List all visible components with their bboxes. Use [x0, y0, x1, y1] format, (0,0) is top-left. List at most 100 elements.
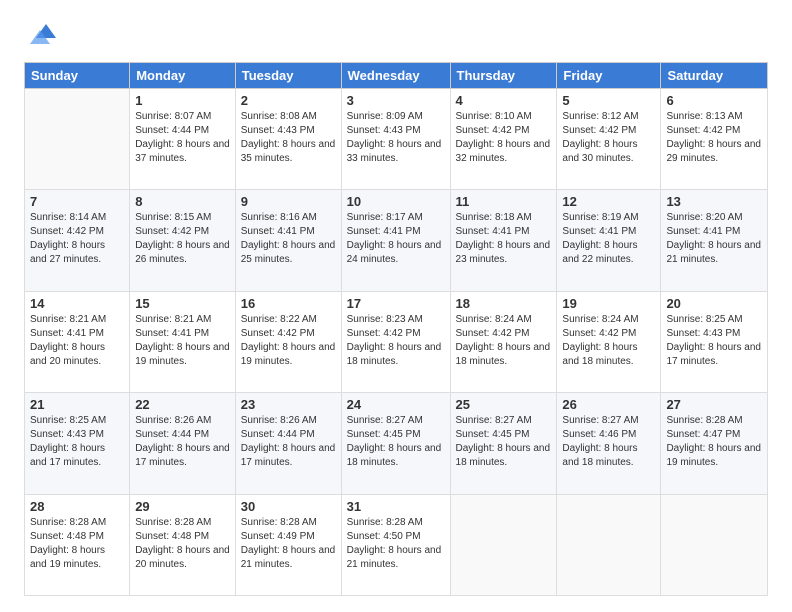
calendar-cell: 17Sunrise: 8:23 AMSunset: 4:42 PMDayligh… — [341, 291, 450, 392]
cell-text: Sunrise: 8:16 AMSunset: 4:41 PMDaylight:… — [241, 211, 336, 267]
weekday-header: Saturday — [661, 63, 768, 89]
weekday-header: Sunday — [25, 63, 130, 89]
cell-text: Sunrise: 8:21 AMSunset: 4:41 PMDaylight:… — [30, 313, 124, 369]
calendar-cell: 14 Sunrise: 8:21 AMSunset: 4:41 PMDayligh… — [25, 291, 130, 392]
cell-text: Sunrise: 8:25 AMSunset: 4:43 PMDaylight:… — [30, 414, 124, 470]
day-number: 9 — [241, 194, 336, 209]
day-number: 31 — [347, 499, 445, 514]
cell-text: Sunrise: 8:28 AMSunset: 4:47 PMDaylight:… — [666, 414, 762, 470]
weekday-header: Monday — [130, 63, 236, 89]
calendar-table: SundayMondayTuesdayWednesdayThursdayFrid… — [24, 62, 768, 596]
calendar-week-row: 14 Sunrise: 8:21 AMSunset: 4:41 PMDayligh… — [25, 291, 768, 392]
calendar-cell: 31 Sunrise: 8:28 AMSunset: 4:50 PMDayligh… — [341, 494, 450, 595]
weekday-header: Thursday — [450, 63, 557, 89]
cell-text: Sunrise: 8:13 AMSunset: 4:42 PMDaylight:… — [666, 110, 762, 166]
calendar-cell: 15 Sunrise: 8:21 AMSunset: 4:41 PMDayligh… — [130, 291, 236, 392]
cell-text: Sunrise: 8:26 AMSunset: 4:44 PMDaylight:… — [241, 414, 336, 470]
cell-text: Sunrise: 8:18 AMSunset: 4:41 PMDaylight:… — [456, 211, 552, 267]
cell-text: Sunrise: 8:08 AMSunset: 4:43 PMDaylight:… — [241, 110, 336, 166]
cell-text: Sunrise: 8:17 AMSunset: 4:41 PMDaylight:… — [347, 211, 445, 267]
day-number: 18 — [456, 296, 552, 311]
cell-text: Sunrise: 8:21 AMSunset: 4:41 PMDaylight:… — [135, 313, 230, 369]
cell-text: Sunrise: 8:28 AMSunset: 4:50 PMDaylight:… — [347, 516, 445, 572]
day-number: 30 — [241, 499, 336, 514]
calendar-cell: 1Sunrise: 8:07 AMSunset: 4:44 PMDaylight… — [130, 89, 236, 190]
calendar-cell: 30 Sunrise: 8:28 AMSunset: 4:49 PMDayligh… — [235, 494, 341, 595]
day-number: 8 — [135, 194, 230, 209]
day-number: 16 — [241, 296, 336, 311]
calendar-cell: 12 Sunrise: 8:19 AMSunset: 4:41 PMDayligh… — [557, 190, 661, 291]
day-number: 21 — [30, 397, 124, 412]
calendar-cell: 22 Sunrise: 8:26 AMSunset: 4:44 PMDayligh… — [130, 393, 236, 494]
calendar-week-row: 21 Sunrise: 8:25 AMSunset: 4:43 PMDayligh… — [25, 393, 768, 494]
calendar-cell: 24Sunrise: 8:27 AMSunset: 4:45 PMDayligh… — [341, 393, 450, 494]
day-number: 2 — [241, 93, 336, 108]
day-number: 25 — [456, 397, 552, 412]
day-number: 19 — [562, 296, 655, 311]
calendar-header-row: SundayMondayTuesdayWednesdayThursdayFrid… — [25, 63, 768, 89]
cell-text: Sunrise: 8:12 AMSunset: 4:42 PMDaylight:… — [562, 110, 655, 166]
day-number: 10 — [347, 194, 445, 209]
calendar-cell — [661, 494, 768, 595]
calendar-week-row: 7Sunrise: 8:14 AMSunset: 4:42 PMDaylight… — [25, 190, 768, 291]
cell-text: Sunrise: 8:27 AMSunset: 4:45 PMDaylight:… — [347, 414, 445, 470]
day-number: 20 — [666, 296, 762, 311]
calendar-cell: 19 Sunrise: 8:24 AMSunset: 4:42 PMDayligh… — [557, 291, 661, 392]
calendar-cell: 16 Sunrise: 8:22 AMSunset: 4:42 PMDayligh… — [235, 291, 341, 392]
calendar-cell: 8 Sunrise: 8:15 AMSunset: 4:42 PMDaylight… — [130, 190, 236, 291]
calendar-cell: 13Sunrise: 8:20 AMSunset: 4:41 PMDayligh… — [661, 190, 768, 291]
calendar-cell: 21 Sunrise: 8:25 AMSunset: 4:43 PMDayligh… — [25, 393, 130, 494]
cell-text: Sunrise: 8:19 AMSunset: 4:41 PMDaylight:… — [562, 211, 655, 267]
cell-text: Sunrise: 8:14 AMSunset: 4:42 PMDaylight:… — [30, 211, 124, 267]
calendar-cell: 11Sunrise: 8:18 AMSunset: 4:41 PMDayligh… — [450, 190, 557, 291]
day-number: 4 — [456, 93, 552, 108]
header — [24, 20, 768, 52]
calendar-cell: 18Sunrise: 8:24 AMSunset: 4:42 PMDayligh… — [450, 291, 557, 392]
calendar-cell — [557, 494, 661, 595]
cell-text: Sunrise: 8:27 AMSunset: 4:45 PMDaylight:… — [456, 414, 552, 470]
weekday-header: Tuesday — [235, 63, 341, 89]
cell-text: Sunrise: 8:10 AMSunset: 4:42 PMDaylight:… — [456, 110, 552, 166]
cell-text: Sunrise: 8:23 AMSunset: 4:42 PMDaylight:… — [347, 313, 445, 369]
day-number: 5 — [562, 93, 655, 108]
calendar-cell: 20 Sunrise: 8:25 AMSunset: 4:43 PMDayligh… — [661, 291, 768, 392]
calendar-week-row: 28 Sunrise: 8:28 AMSunset: 4:48 PMDayligh… — [25, 494, 768, 595]
calendar-cell: 26Sunrise: 8:27 AMSunset: 4:46 PMDayligh… — [557, 393, 661, 494]
cell-text: Sunrise: 8:28 AMSunset: 4:48 PMDaylight:… — [30, 516, 124, 572]
day-number: 13 — [666, 194, 762, 209]
day-number: 27 — [666, 397, 762, 412]
calendar-cell: 7Sunrise: 8:14 AMSunset: 4:42 PMDaylight… — [25, 190, 130, 291]
logo-icon — [24, 20, 56, 52]
calendar-cell: 23 Sunrise: 8:26 AMSunset: 4:44 PMDayligh… — [235, 393, 341, 494]
calendar-cell: 4 Sunrise: 8:10 AMSunset: 4:42 PMDaylight… — [450, 89, 557, 190]
cell-text: Sunrise: 8:28 AMSunset: 4:48 PMDaylight:… — [135, 516, 230, 572]
cell-text: Sunrise: 8:24 AMSunset: 4:42 PMDaylight:… — [562, 313, 655, 369]
cell-text: Sunrise: 8:26 AMSunset: 4:44 PMDaylight:… — [135, 414, 230, 470]
calendar-cell: 5 Sunrise: 8:12 AMSunset: 4:42 PMDaylight… — [557, 89, 661, 190]
calendar-week-row: 1Sunrise: 8:07 AMSunset: 4:44 PMDaylight… — [25, 89, 768, 190]
day-number: 14 — [30, 296, 124, 311]
calendar-cell: 6Sunrise: 8:13 AMSunset: 4:42 PMDaylight… — [661, 89, 768, 190]
calendar-cell: 28 Sunrise: 8:28 AMSunset: 4:48 PMDayligh… — [25, 494, 130, 595]
cell-text: Sunrise: 8:25 AMSunset: 4:43 PMDaylight:… — [666, 313, 762, 369]
cell-text: Sunrise: 8:28 AMSunset: 4:49 PMDaylight:… — [241, 516, 336, 572]
cell-text: Sunrise: 8:22 AMSunset: 4:42 PMDaylight:… — [241, 313, 336, 369]
page: SundayMondayTuesdayWednesdayThursdayFrid… — [0, 0, 792, 612]
day-number: 26 — [562, 397, 655, 412]
calendar-cell: 2 Sunrise: 8:08 AMSunset: 4:43 PMDaylight… — [235, 89, 341, 190]
weekday-header: Friday — [557, 63, 661, 89]
calendar-cell: 9 Sunrise: 8:16 AMSunset: 4:41 PMDaylight… — [235, 190, 341, 291]
day-number: 28 — [30, 499, 124, 514]
calendar-cell: 3Sunrise: 8:09 AMSunset: 4:43 PMDaylight… — [341, 89, 450, 190]
cell-text: Sunrise: 8:15 AMSunset: 4:42 PMDaylight:… — [135, 211, 230, 267]
calendar-cell — [450, 494, 557, 595]
calendar-cell: 27 Sunrise: 8:28 AMSunset: 4:47 PMDayligh… — [661, 393, 768, 494]
cell-text: Sunrise: 8:09 AMSunset: 4:43 PMDaylight:… — [347, 110, 445, 166]
day-number: 23 — [241, 397, 336, 412]
weekday-header: Wednesday — [341, 63, 450, 89]
day-number: 12 — [562, 194, 655, 209]
day-number: 15 — [135, 296, 230, 311]
day-number: 22 — [135, 397, 230, 412]
day-number: 29 — [135, 499, 230, 514]
calendar-cell: 25 Sunrise: 8:27 AMSunset: 4:45 PMDayligh… — [450, 393, 557, 494]
